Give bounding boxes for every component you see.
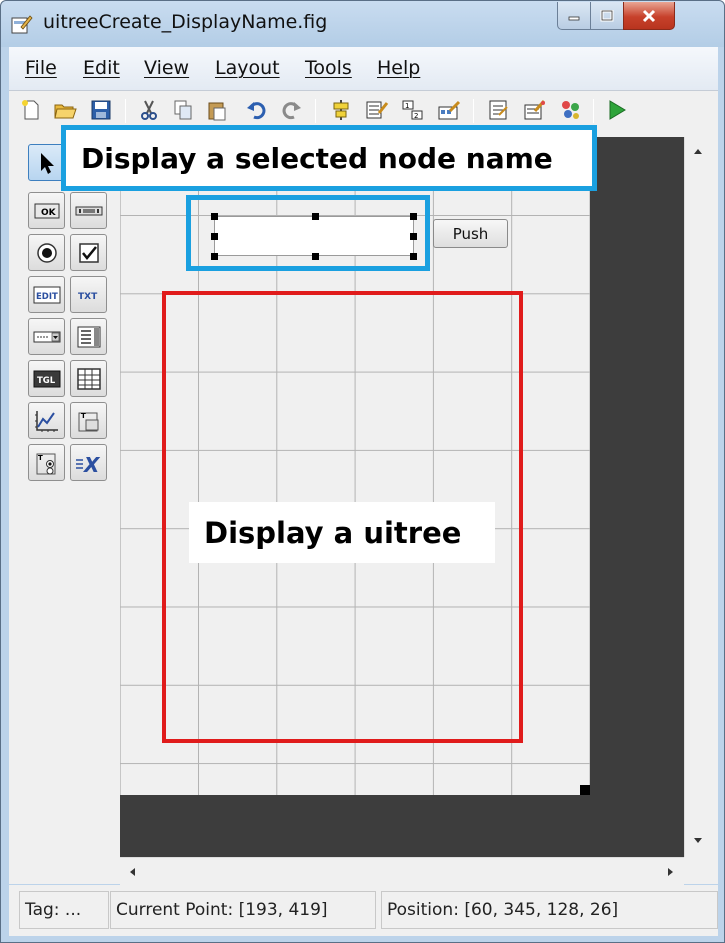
table-icon bbox=[76, 367, 101, 390]
toolbar-separator bbox=[593, 99, 594, 123]
menu-file[interactable]: File bbox=[25, 57, 57, 79]
paste-icon[interactable] bbox=[205, 98, 229, 122]
menu-editor-icon[interactable] bbox=[365, 98, 389, 122]
axes-icon bbox=[34, 410, 58, 432]
status-bar: Tag: ... Current Point: [193, 419] Posit… bbox=[9, 885, 718, 936]
toolbar-separator bbox=[473, 99, 474, 123]
scroll-down-icon[interactable] bbox=[693, 837, 703, 845]
scroll-up-icon[interactable] bbox=[693, 147, 703, 155]
select-tool-button[interactable] bbox=[28, 144, 65, 181]
svg-text:T: T bbox=[81, 412, 86, 420]
mfile-editor-icon[interactable] bbox=[487, 98, 511, 122]
cut-icon[interactable] bbox=[137, 98, 161, 122]
new-file-icon[interactable] bbox=[19, 98, 43, 122]
popup-menu-icon bbox=[33, 331, 60, 342]
menu-help[interactable]: Help bbox=[377, 57, 420, 79]
static-text-icon: TXT bbox=[78, 292, 98, 302]
svg-text:1: 1 bbox=[405, 102, 409, 110]
edit-text-tool-button[interactable]: EDIT bbox=[28, 276, 65, 313]
annotation-label-selected-node: Display a selected node name bbox=[66, 130, 592, 186]
scroll-right-icon[interactable] bbox=[667, 867, 675, 877]
button-group-icon: T bbox=[36, 453, 55, 474]
listbox-icon bbox=[77, 326, 100, 347]
activex-tool-button[interactable]: X bbox=[70, 444, 107, 481]
figure-resize-handle[interactable] bbox=[580, 785, 590, 795]
close-button[interactable] bbox=[623, 2, 675, 30]
tab-order-icon[interactable]: 12 bbox=[401, 98, 425, 122]
title-bar[interactable]: uitreeCreate_DisplayName.fig bbox=[1, 1, 724, 47]
menu-tools[interactable]: Tools bbox=[305, 57, 352, 79]
minimize-button[interactable] bbox=[557, 2, 591, 30]
svg-text:2: 2 bbox=[414, 112, 418, 120]
pushbutton-tool-button[interactable]: OK bbox=[28, 192, 65, 229]
toolbar-editor-icon[interactable] bbox=[437, 98, 461, 122]
window-title: uitreeCreate_DisplayName.fig bbox=[43, 11, 328, 33]
toggle-button-tool-button[interactable]: TGL bbox=[28, 360, 65, 397]
svg-text:OK: OK bbox=[41, 208, 57, 218]
svg-text:T: T bbox=[38, 454, 43, 462]
property-inspector-icon[interactable] bbox=[523, 98, 547, 122]
undo-icon[interactable] bbox=[245, 98, 269, 122]
static-text-tool-button[interactable]: TXT bbox=[70, 276, 107, 313]
menu-view[interactable]: View bbox=[144, 57, 189, 79]
save-icon[interactable] bbox=[89, 98, 113, 122]
maximize-button[interactable] bbox=[590, 2, 624, 30]
panel-icon: T bbox=[78, 412, 98, 431]
annotation-box-edit bbox=[186, 195, 430, 271]
svg-text:EDIT: EDIT bbox=[36, 292, 58, 302]
panel-tool-button[interactable]: T bbox=[70, 402, 107, 439]
status-tag: Tag: ... bbox=[19, 891, 109, 929]
horizontal-scrollbar[interactable] bbox=[120, 857, 684, 885]
radio-button-icon bbox=[36, 242, 57, 263]
popup-menu-tool-button[interactable] bbox=[28, 318, 65, 355]
guide-window: uitreeCreate_DisplayName.fig File Edit V… bbox=[0, 0, 725, 943]
push-button-component[interactable]: Push bbox=[433, 219, 508, 248]
svg-text:X: X bbox=[82, 453, 101, 474]
copy-icon[interactable] bbox=[171, 98, 195, 122]
menu-edit[interactable]: Edit bbox=[83, 57, 120, 79]
object-browser-icon[interactable] bbox=[559, 98, 583, 122]
menu-bar: File Edit View Layout Tools Help bbox=[9, 47, 718, 91]
arrow-cursor-icon bbox=[40, 152, 54, 174]
button-group-tool-button[interactable]: T bbox=[28, 444, 65, 481]
annotation-label-uitree: Display a uitree bbox=[189, 502, 495, 563]
toggle-button-icon: TGL bbox=[33, 370, 60, 387]
minimize-icon bbox=[568, 16, 580, 20]
checkbox-tool-button[interactable] bbox=[70, 234, 107, 271]
axes-tool-button[interactable] bbox=[28, 402, 65, 439]
close-icon bbox=[642, 9, 656, 22]
checkbox-icon bbox=[78, 242, 99, 263]
slider-icon bbox=[75, 206, 102, 215]
open-folder-icon[interactable] bbox=[53, 98, 77, 122]
vertical-scrollbar[interactable] bbox=[684, 137, 711, 857]
align-icon[interactable] bbox=[329, 98, 353, 122]
run-icon[interactable] bbox=[605, 98, 629, 122]
menu-layout[interactable]: Layout bbox=[215, 57, 280, 79]
listbox-tool-button[interactable] bbox=[70, 318, 107, 355]
maximize-icon bbox=[600, 9, 614, 21]
redo-icon[interactable] bbox=[279, 98, 303, 122]
pushbutton-icon: OK bbox=[34, 203, 59, 218]
toolbar-separator bbox=[315, 99, 316, 123]
svg-text:TXT: TXT bbox=[78, 292, 98, 302]
slider-tool-button[interactable] bbox=[70, 192, 107, 229]
activex-icon: X bbox=[75, 453, 101, 474]
scroll-left-icon[interactable] bbox=[128, 867, 136, 877]
edit-text-icon: EDIT bbox=[33, 286, 60, 303]
status-current-point: Current Point: [193, 419] bbox=[110, 891, 376, 929]
table-tool-button[interactable] bbox=[70, 360, 107, 397]
guide-figure-icon bbox=[11, 13, 33, 35]
status-position: Position: [60, 345, 128, 26] bbox=[381, 891, 718, 929]
svg-text:TGL: TGL bbox=[37, 376, 56, 386]
radiobutton-tool-button[interactable] bbox=[28, 234, 65, 271]
toolbar-separator bbox=[125, 99, 126, 123]
